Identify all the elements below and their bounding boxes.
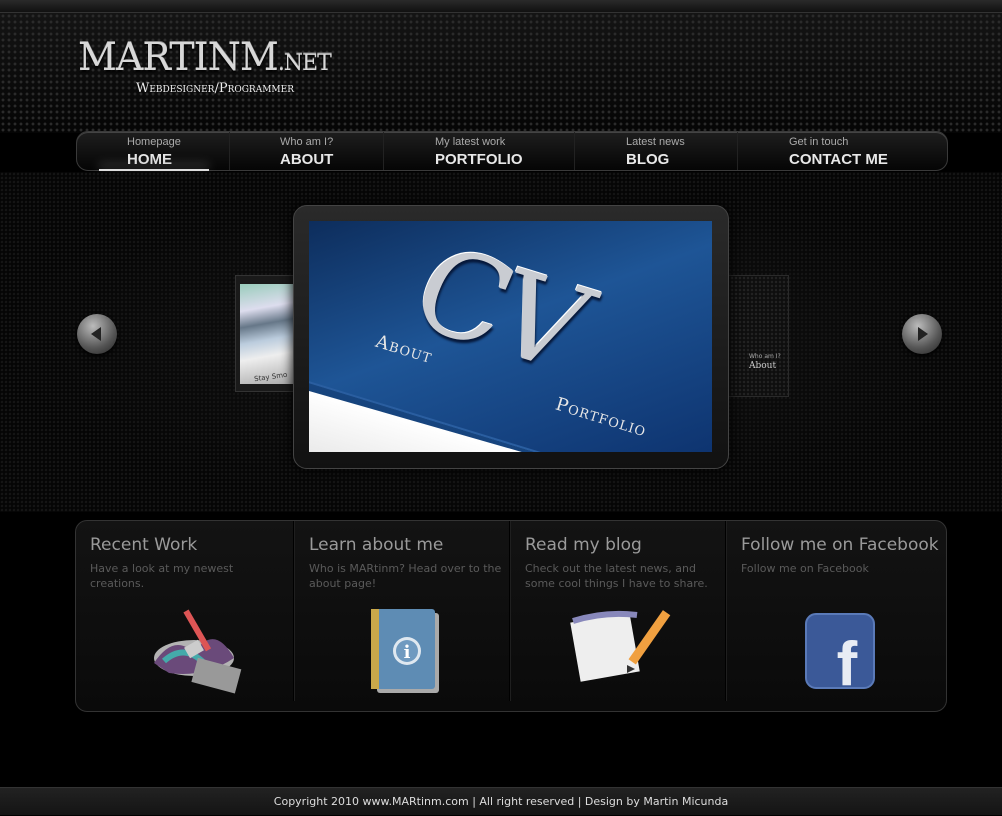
arrow-right-icon (918, 327, 928, 341)
top-bar (0, 0, 1002, 13)
logo-name: MARTINM (78, 35, 279, 79)
box-title: Read my blog (525, 535, 642, 555)
slide-thumbnail-right[interactable]: Who am I? About (725, 275, 789, 397)
main-navigation: Homepage HOME Who am I? ABOUT My latest … (76, 131, 948, 171)
nav-sub-about: Who am I? (280, 136, 334, 148)
nav-sub-portfolio: My latest work (435, 136, 506, 148)
footer: Copyright 2010 www.MARtinm.com | All rig… (0, 787, 1002, 815)
paper-pencil-icon (570, 610, 671, 682)
nav-label-about: ABOUT (280, 151, 334, 168)
slide-screen: CV About Portfolio (309, 221, 712, 452)
logo-tagline: Webdesigner/Programmer (136, 81, 294, 96)
facebook-icon: f (805, 613, 875, 689)
box-text: Who is MARtinm? Head over to the about p… (309, 562, 502, 590)
nav-item-blog[interactable]: Latest news BLOG (574, 132, 738, 170)
nav-item-contact[interactable]: Get in touch CONTACT ME (737, 132, 947, 170)
nav-label-blog: BLOG (626, 151, 670, 168)
logo-tld: .NET (277, 51, 332, 76)
slide-right-small: Who am I? (749, 353, 781, 360)
box-text: Check out the latest news, and some cool… (525, 562, 708, 590)
nav-label-portfolio: PORTFOLIO (435, 151, 523, 168)
nav-sub-home: Homepage (127, 136, 181, 148)
box-read-blog[interactable]: Read my blog Check out the latest news, … (510, 521, 727, 701)
box-learn-about[interactable]: Learn about me Who is MARtinm? Head over… (294, 521, 511, 701)
arrow-left-icon (91, 327, 101, 341)
slide-right-label: About (749, 361, 777, 371)
svg-text:i: i (404, 642, 411, 663)
site-logo[interactable]: MARTINM.NET Webdesigner/Programmer (78, 35, 332, 96)
box-text: Follow me on Facebook (741, 562, 869, 575)
box-recent-work[interactable]: Recent Work Have a look at my newest cre… (76, 521, 292, 701)
slider-next-button[interactable] (902, 314, 942, 354)
slide-thumbnail-left[interactable]: Stay Smo (235, 275, 299, 392)
svg-text:f: f (837, 630, 858, 689)
box-title: Recent Work (90, 535, 198, 555)
nav-item-portfolio[interactable]: My latest work PORTFOLIO (383, 132, 575, 170)
box-text: Have a look at my newest creations. (90, 562, 234, 590)
slide-portfolio-text: Portfolio (552, 393, 650, 442)
slide-cv-text: CV (393, 221, 605, 396)
slider-prev-button[interactable] (77, 314, 117, 354)
snow-image (240, 284, 298, 384)
footer-text: Copyright 2010 www.MARtinm.com | All rig… (273, 795, 729, 808)
nav-item-home[interactable]: Homepage HOME (77, 132, 230, 171)
paint-brush-icon (154, 609, 242, 694)
box-title: Learn about me (309, 535, 444, 555)
info-book-icon: i (371, 609, 439, 693)
featured-slide[interactable]: CV About Portfolio (293, 205, 729, 469)
nav-item-about[interactable]: Who am I? ABOUT (229, 132, 384, 170)
box-facebook[interactable]: Follow me on Facebook Follow me on Faceb… (726, 521, 945, 701)
nav-sub-contact: Get in touch (789, 136, 849, 148)
nav-label-home: HOME (127, 151, 172, 168)
nav-label-contact: CONTACT ME (789, 151, 888, 168)
feature-boxes: Recent Work Have a look at my newest cre… (75, 520, 947, 712)
nav-sub-blog: Latest news (626, 136, 685, 148)
box-title: Follow me on Facebook (741, 535, 939, 555)
